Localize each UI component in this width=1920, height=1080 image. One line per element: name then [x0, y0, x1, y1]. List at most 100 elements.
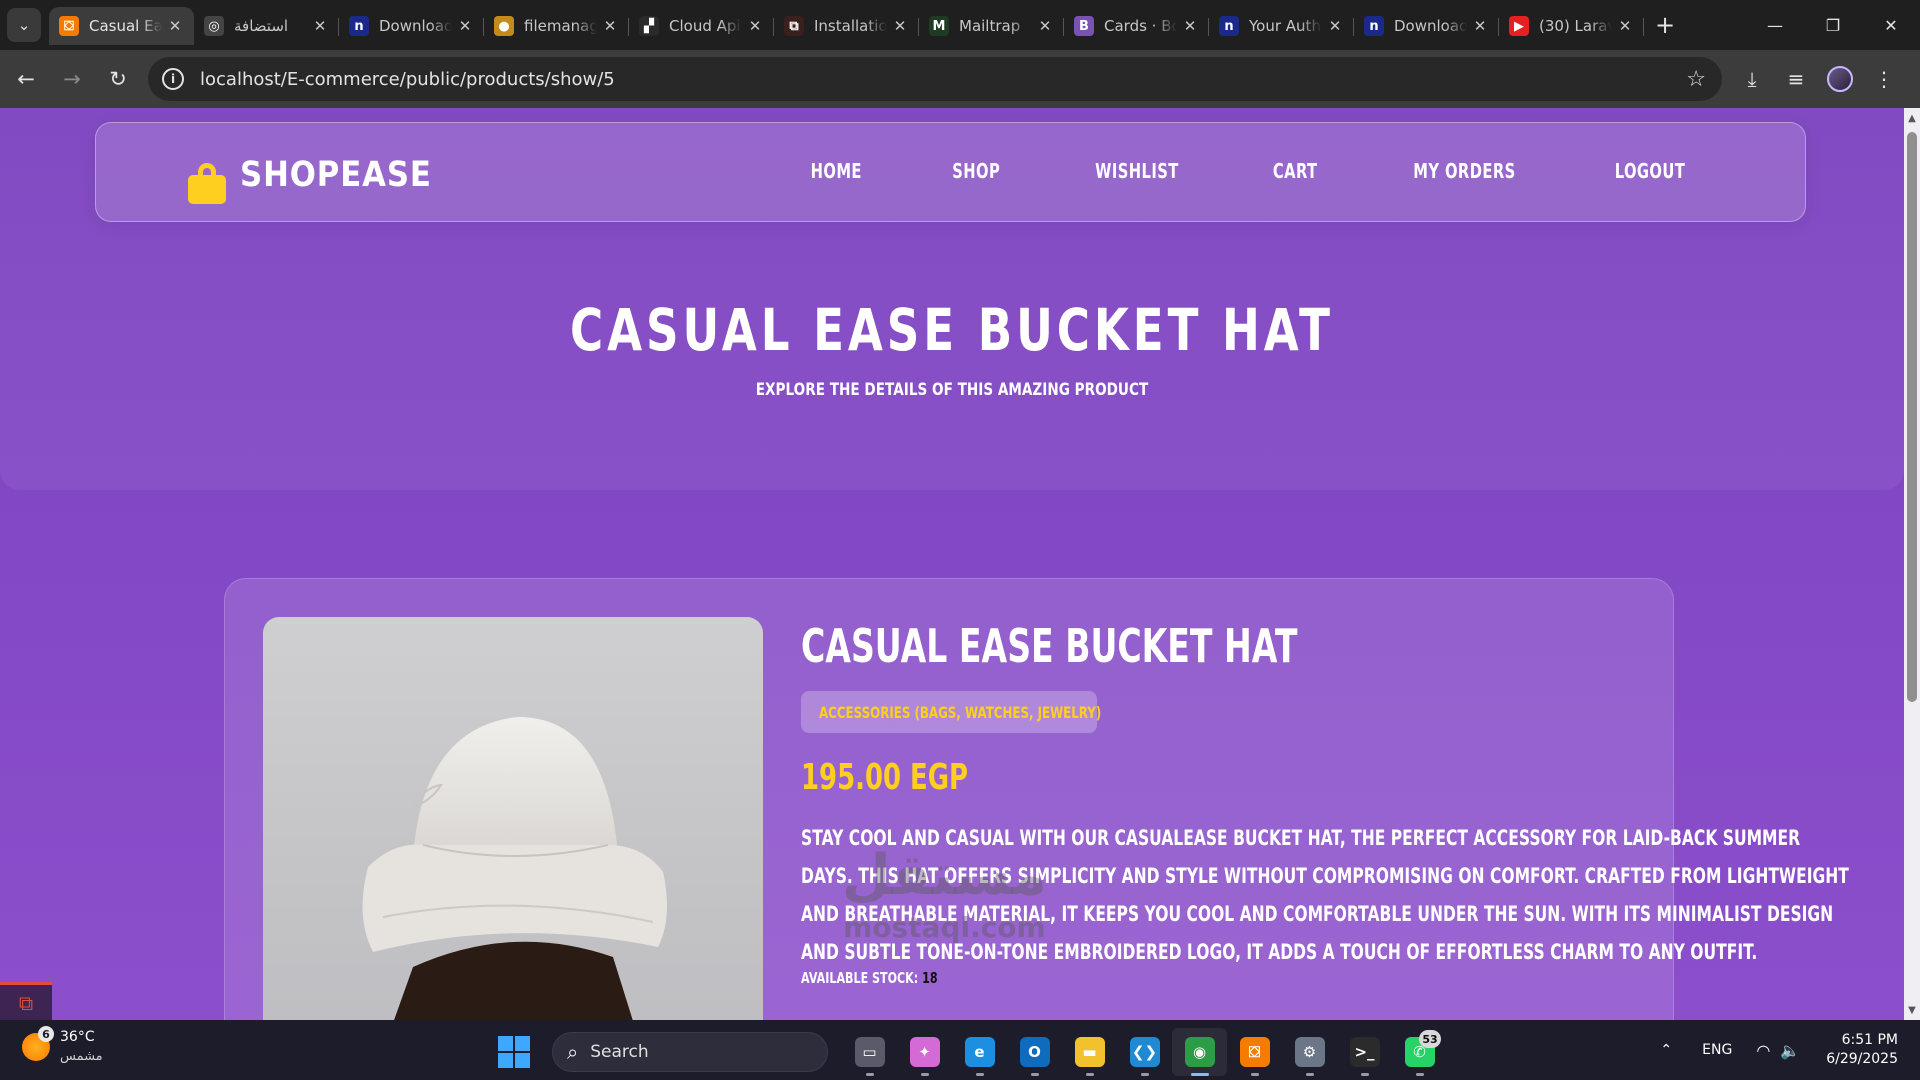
forward-button[interactable]: → — [52, 59, 92, 99]
tab-title: Download — [1394, 17, 1467, 35]
browser-tab[interactable]: n Your Auth ✕ — [1209, 7, 1354, 45]
running-indicator — [975, 1073, 984, 1076]
close-tab-icon[interactable]: ✕ — [891, 17, 909, 35]
scrollbar-thumb[interactable] — [1907, 132, 1917, 702]
running-indicator — [1140, 1073, 1149, 1076]
browser-tab-strip: ⌄ ⛋Casual Ease Bucket Hat✕◎استضافة✕nDown… — [0, 0, 1920, 50]
browser-tab[interactable]: ● filemanager✕ — [484, 7, 629, 45]
taskbar-app[interactable]: ❮❯ — [1117, 1028, 1172, 1076]
stock-value: 18 — [922, 969, 938, 987]
taskbar-app[interactable]: ▬ — [1062, 1028, 1117, 1076]
tab-list: ⛋Casual Ease Bucket Hat✕◎استضافة✕nDownlo… — [49, 5, 1644, 45]
n-icon: n — [1219, 16, 1239, 36]
search-placeholder: Search — [590, 1042, 649, 1062]
close-tab-icon[interactable]: ✕ — [1326, 17, 1344, 35]
close-tab-icon[interactable]: ✕ — [746, 17, 764, 35]
hosting-icon: ◎ — [204, 16, 224, 36]
nav-wishlist[interactable]: WISHLIST — [1095, 159, 1179, 183]
nav-shop[interactable]: SHOP — [953, 159, 1001, 183]
profile-button[interactable] — [1818, 57, 1862, 101]
browser-tab[interactable]: n Download ✕ — [1354, 7, 1499, 45]
weather-widget[interactable]: 6 36°C مشمس — [22, 1026, 103, 1066]
browser-tab[interactable]: ⧉ Installation✕ — [774, 7, 919, 45]
restore-icon[interactable]: ❐ — [1804, 0, 1862, 50]
n-icon: n — [349, 16, 369, 36]
tab-title: Casual Ease Bucket Hat — [89, 17, 162, 35]
scroll-up-icon[interactable]: ▲ — [1904, 110, 1920, 126]
wifi-icon[interactable]: ◠ — [1756, 1041, 1770, 1060]
browser-tab[interactable]: ⛋ Casual Ease Bucket Hat✕ — [49, 7, 194, 45]
taskbar-app[interactable]: >_ — [1337, 1028, 1392, 1076]
close-tab-icon[interactable]: ✕ — [1471, 17, 1489, 35]
watermark-domain: mostaql.com — [843, 911, 1046, 944]
taskbar-app[interactable]: ✦ — [897, 1028, 952, 1076]
filemanager-icon: ● — [494, 16, 514, 36]
clock[interactable]: 6:51 PM 6/29/2025 — [1826, 1031, 1898, 1069]
product-title: CASUAL EASE BUCKET HAT — [801, 619, 1298, 673]
taskbar-app[interactable]: ◉ — [1172, 1028, 1227, 1076]
chevron-up-icon[interactable]: ⌃ — [1660, 1042, 1672, 1058]
language-indicator[interactable]: ENG — [1702, 1042, 1732, 1058]
nav-my-orders[interactable]: MY ORDERS — [1413, 159, 1515, 183]
taskbar-app[interactable]: e — [952, 1028, 1007, 1076]
terminal-icon: >_ — [1349, 1037, 1380, 1067]
site-info-icon[interactable]: i — [162, 68, 184, 90]
tab-search-menu-button[interactable]: ⌄ — [7, 8, 41, 42]
close-tab-icon[interactable]: ✕ — [456, 17, 474, 35]
product-price: 195.00 EGP — [801, 757, 969, 798]
tab-title: Download — [379, 17, 452, 35]
windows-start-icon[interactable] — [498, 1036, 530, 1068]
browser-tab[interactable]: ◎ استضافة ✕ — [194, 7, 339, 45]
browser-tab[interactable]: M Mailtrap ✕ — [919, 7, 1064, 45]
taskbar-app[interactable]: ⚙ — [1282, 1028, 1337, 1076]
product-image — [263, 617, 763, 1020]
volume-icon[interactable]: 🔈 — [1780, 1041, 1800, 1060]
close-tab-icon[interactable]: ✕ — [1181, 17, 1199, 35]
browser-tab[interactable]: ▶ (30) Laravel✕ — [1499, 7, 1644, 45]
tab-title: Your Auth — [1249, 17, 1321, 35]
close-tab-icon[interactable]: ✕ — [1616, 17, 1634, 35]
url-text[interactable]: localhost/E-commerce/public/products/sho… — [200, 69, 1686, 90]
close-tab-icon[interactable]: ✕ — [1036, 17, 1054, 35]
arrow-left-icon: ← — [17, 67, 35, 91]
download-icon[interactable]: ⤓ — [1730, 57, 1774, 101]
taskbar-app[interactable]: ⛋ — [1227, 1028, 1282, 1076]
taskbar-app[interactable]: ✆ 53 — [1392, 1028, 1447, 1076]
back-button[interactable]: ← — [6, 59, 46, 99]
tab-title: Mailtrap — [959, 17, 1021, 35]
shopping-bag-icon — [188, 163, 226, 204]
nav-logout[interactable]: LOGOUT — [1615, 159, 1686, 183]
mostaql-watermark: مستقل mostaql.com — [842, 848, 1047, 954]
taskbar-search[interactable]: ⌕ Search — [552, 1032, 828, 1072]
vscode-icon: ❮❯ — [1129, 1037, 1160, 1067]
taskbar-app[interactable]: ▭ — [842, 1028, 897, 1076]
close-tab-icon[interactable]: ✕ — [166, 17, 184, 35]
tab-title: استضافة — [234, 17, 289, 35]
reload-button[interactable]: ↻ — [98, 59, 138, 99]
category-badge[interactable]: ACCESSORIES (BAGS, WATCHES, JEWELRY) — [801, 691, 1102, 733]
browser-tab[interactable]: n Download ✕ — [339, 7, 484, 45]
arrow-right-icon: → — [63, 67, 81, 91]
address-bar[interactable]: i localhost/E-commerce/public/products/s… — [148, 57, 1722, 101]
scroll-down-icon[interactable]: ▼ — [1904, 1002, 1920, 1018]
hero-title: CASUAL EASE BUCKET HAT — [570, 296, 1334, 364]
category-label: ACCESSORIES (BAGS, WATCHES, JEWELRY) — [819, 702, 1102, 722]
bookmark-star-icon[interactable]: ☆ — [1686, 67, 1706, 92]
browser-tab[interactable]: B Cards · Bootstrap✕ — [1064, 7, 1209, 45]
site-navbar: SHOPEASE HOME SHOP WISHLIST CART MY ORDE… — [95, 122, 1806, 222]
brand-logo[interactable]: SHOPEASE — [188, 149, 458, 204]
new-tab-button[interactable]: + — [1648, 8, 1682, 42]
nav-cart[interactable]: CART — [1273, 159, 1318, 183]
media-control-icon[interactable]: ≡ — [1774, 57, 1818, 101]
laravel-debugbar-icon[interactable]: ⧉ — [0, 982, 52, 1020]
minimize-icon[interactable]: — — [1746, 0, 1804, 50]
close-tab-icon[interactable]: ✕ — [601, 17, 619, 35]
hero-subtitle: EXPLORE THE DETAILS OF THIS AMAZING PROD… — [755, 380, 1149, 400]
close-window-icon[interactable]: ✕ — [1862, 0, 1920, 50]
more-menu-icon[interactable]: ⋮ — [1862, 57, 1906, 101]
page-scrollbar[interactable]: ▲ ▼ — [1904, 108, 1920, 1020]
close-tab-icon[interactable]: ✕ — [311, 17, 329, 35]
nav-home[interactable]: HOME — [810, 159, 861, 183]
taskbar-app[interactable]: O — [1007, 1028, 1062, 1076]
browser-tab[interactable]: ▞ Cloud Api ✕ — [629, 7, 774, 45]
